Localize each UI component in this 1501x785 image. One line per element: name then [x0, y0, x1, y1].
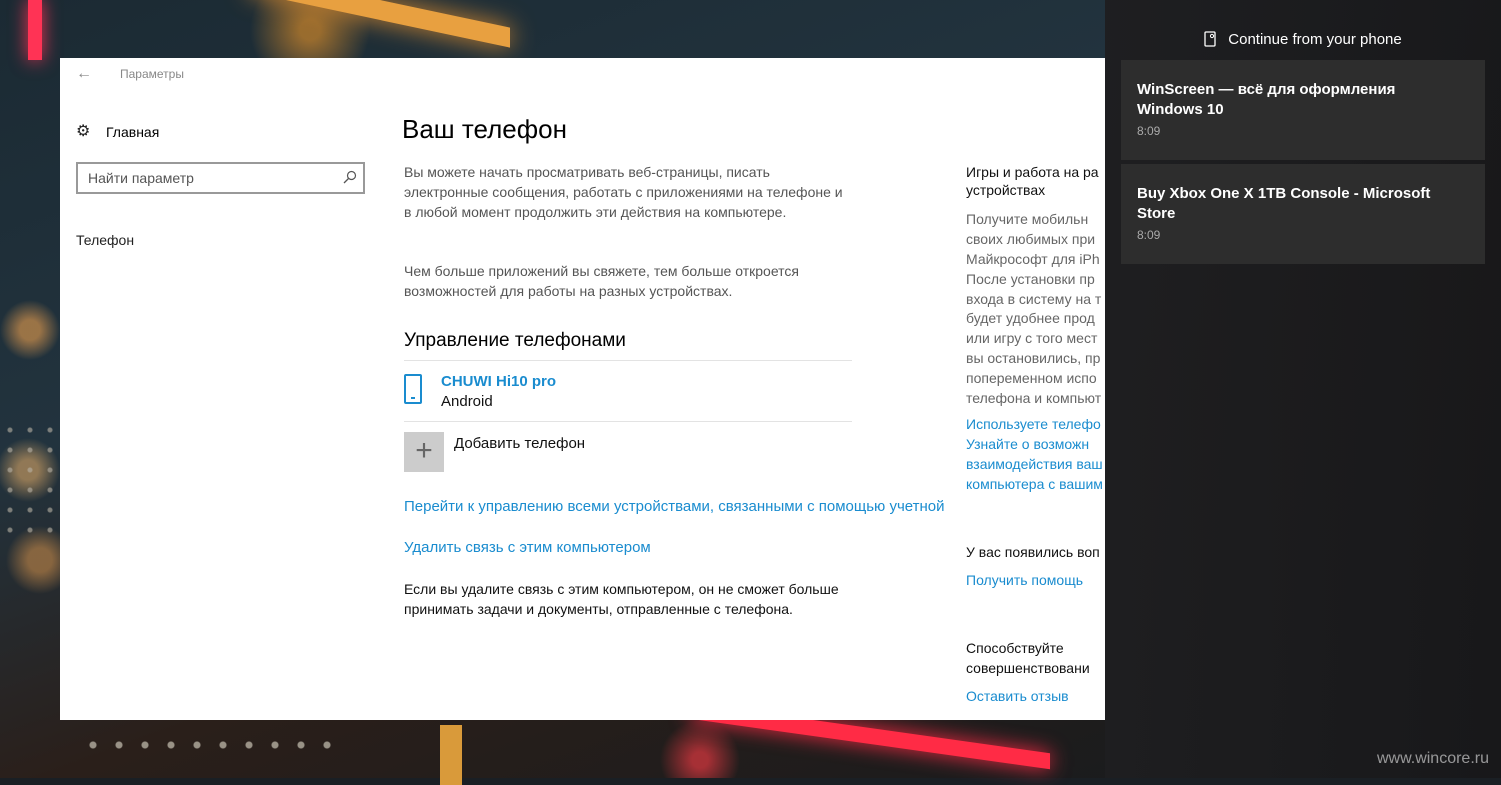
- continue-card[interactable]: WinScreen — всё для оформления Windows 1…: [1121, 60, 1485, 160]
- help-heading: У вас появились воп: [966, 544, 1100, 560]
- unlink-pc-link[interactable]: Удалить связь с этим компьютером: [404, 539, 651, 556]
- watermark: www.wincore.ru: [1376, 750, 1489, 767]
- side-text-line: телефона и компьют: [966, 390, 1102, 406]
- add-phone-button[interactable]: + Добавить телефон: [404, 432, 704, 472]
- back-arrow-icon[interactable]: ←: [72, 64, 96, 84]
- intro-text-2: Чем больше приложений вы свяжете, тем бо…: [404, 263, 799, 299]
- side-text-line: входа в систему на т: [966, 291, 1102, 307]
- divider: [404, 360, 852, 361]
- side-link-line[interactable]: взаимодействия ваш: [966, 454, 1103, 474]
- add-phone-label: Добавить телефон: [454, 435, 586, 452]
- side-text-line: вы остановились, пр: [966, 350, 1101, 366]
- feedback-link[interactable]: Оставить отзыв: [966, 686, 1069, 706]
- device-os: Android: [441, 393, 493, 410]
- nav-home-label: Главная: [106, 124, 160, 140]
- continue-card[interactable]: Buy Xbox One X 1TB Console - Microsoft S…: [1121, 164, 1485, 264]
- side-text-line: После установки пр: [966, 271, 1095, 287]
- gear-icon: ⚙: [76, 123, 91, 140]
- phone-icon: [404, 374, 422, 404]
- side-text-line: или игру с того мест: [966, 330, 1098, 346]
- unlink-note: Если вы удалите связь с этим компьютером…: [404, 581, 839, 617]
- wallpaper-light-red: [28, 0, 42, 60]
- nav-home[interactable]: ⚙ Главная: [76, 120, 159, 144]
- card-time: 8:09: [1137, 124, 1161, 138]
- side-link-line[interactable]: Узнайте о возможн: [966, 434, 1089, 454]
- phone-pc-icon: [1204, 31, 1216, 47]
- side-heading: устройствах: [966, 182, 1046, 198]
- device-name: CHUWI Hi10 pro: [441, 373, 557, 390]
- device-item[interactable]: CHUWI Hi10 pro Android: [404, 370, 852, 420]
- feedback-heading: Способствуйте: [966, 640, 1064, 656]
- section-title-manage-phones: Управление телефонами: [404, 330, 626, 351]
- wallpaper-light-orange-bottom: [440, 725, 462, 785]
- divider: [404, 421, 852, 422]
- search-icon[interactable]: [343, 170, 357, 184]
- intro-text: Вы можете начать просматривать веб-стран…: [404, 164, 843, 220]
- page-title: Ваш телефон: [402, 114, 567, 144]
- side-text-line: своих любимых при: [966, 231, 1096, 247]
- card-title: Buy Xbox One X 1TB Console - Microsoft S…: [1137, 185, 1431, 222]
- settings-window: ← Параметры ⚙ Главная Телефон Ваш телефо…: [60, 58, 1105, 720]
- wallpaper-bulbs-left: [0, 420, 60, 540]
- manage-devices-link[interactable]: Перейти к управлению всеми устройствами,…: [404, 498, 945, 515]
- side-link-line[interactable]: компьютера с вашим: [966, 474, 1103, 494]
- search-box[interactable]: [76, 162, 365, 194]
- side-text-line: будет удобнее прод: [966, 310, 1095, 326]
- window-title: Параметры: [120, 67, 184, 81]
- get-help-link[interactable]: Получить помощь: [966, 570, 1083, 590]
- side-link-line[interactable]: Используете телефо: [966, 414, 1101, 434]
- related-settings-column: Игры и работа на ра устройствах Получите…: [966, 58, 1105, 720]
- wallpaper-light-orange: [250, 0, 510, 48]
- title-bar: ← Параметры: [60, 58, 1105, 90]
- continue-from-phone-panel: Continue from your phone WinScreen — всё…: [1105, 0, 1501, 778]
- side-text-line: Получите мобильн: [966, 211, 1089, 227]
- panel-header: Continue from your phone: [1105, 28, 1501, 50]
- plus-icon: +: [404, 432, 444, 472]
- panel-title: Continue from your phone: [1228, 30, 1402, 48]
- side-text-line: попеременном испо: [966, 370, 1097, 386]
- wallpaper-bulbs-bottom: [80, 735, 340, 755]
- feedback-heading: совершенствовани: [966, 660, 1090, 676]
- side-text-line: Майкрософт для iPh: [966, 251, 1100, 267]
- card-title: WinScreen — всё для оформления Windows 1…: [1137, 81, 1396, 118]
- sidebar-item-phone[interactable]: Телефон: [76, 232, 134, 248]
- side-heading: Игры и работа на ра: [966, 164, 1099, 180]
- search-input[interactable]: [78, 164, 338, 192]
- card-time: 8:09: [1137, 228, 1161, 242]
